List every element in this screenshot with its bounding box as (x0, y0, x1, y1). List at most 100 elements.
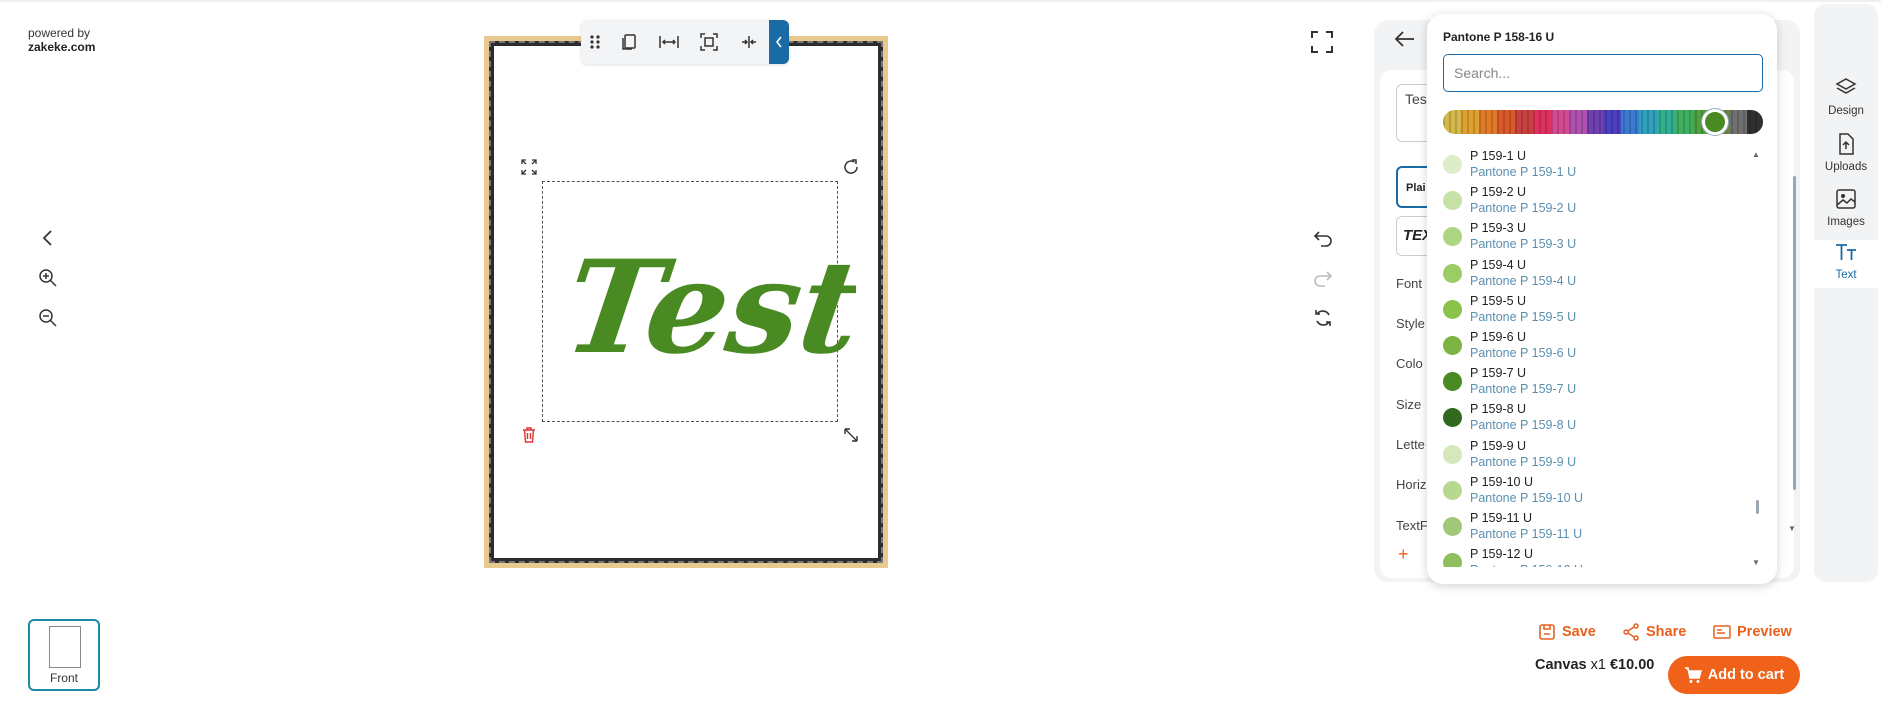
share-button[interactable]: Share (1622, 620, 1686, 644)
color-list: P 159-1 U Pantone P 159-1 U P 159-2 U Panto… (1443, 145, 1743, 567)
customizer-root: powered by zakeke.com Test Front Tes Pla… (0, 0, 1881, 708)
price-summary: Canvas x1 €10.00 (1535, 657, 1654, 673)
image-icon (1836, 189, 1856, 209)
expand-icon[interactable] (516, 154, 542, 180)
panel-scroll-down-icon[interactable]: ▼ (1788, 524, 1796, 533)
top-divider (0, 0, 1881, 2)
color-code: P 159-10 U (1470, 474, 1534, 489)
trash-icon[interactable] (516, 422, 542, 448)
color-code: P 159-6 U (1470, 329, 1527, 344)
add-to-cart-label: Add to cart (1707, 667, 1785, 683)
color-swatch-item[interactable]: P 159-12 UPantone P 159-12 U (1443, 543, 1743, 567)
color-swatch-item[interactable]: P 159-3 U Pantone P 159-3 U (1443, 217, 1743, 253)
color-code: P 159-12 U (1470, 547, 1534, 562)
text-icon (1836, 244, 1856, 260)
color-swatch-item[interactable]: P 159-2 U Pantone P 159-2 U (1443, 181, 1743, 217)
resize-icon[interactable] (838, 422, 864, 448)
upload-icon (1839, 133, 1854, 155)
product-quantity: x1 (1590, 657, 1606, 673)
fullscreen-icon[interactable] (1310, 30, 1334, 54)
zoom-in-icon[interactable] (34, 264, 62, 292)
add-text-button[interactable]: + (1398, 544, 1409, 565)
collapse-toolbar-icon[interactable] (769, 20, 789, 64)
color-swatch-item[interactable]: P 159-9 U Pantone P 159-9 U (1443, 435, 1743, 471)
save-label: Save (1562, 624, 1596, 640)
color-swatch-item[interactable]: P 159-4 U Pantone P 159-4 U (1443, 254, 1743, 290)
save-icon (1539, 624, 1555, 640)
color-swatch-item[interactable]: P 159-10 U Pantone P 159-10 U (1443, 471, 1743, 507)
reset-icon[interactable] (1309, 304, 1337, 332)
scroll-down-icon[interactable]: ▼ (1752, 558, 1760, 567)
font-row-label: Font (1396, 276, 1423, 291)
letter-spacing-row-label: Lette (1396, 437, 1425, 452)
fit-frame-icon[interactable] (689, 20, 729, 64)
product-price: €10.00 (1609, 657, 1655, 673)
brand-link[interactable]: zakeke.com (28, 40, 95, 54)
chevron-left-icon[interactable] (34, 224, 62, 252)
color-dot (1443, 553, 1462, 567)
rail-item-text[interactable]: Text (1814, 240, 1878, 288)
color-swatch-item[interactable]: P 159-8 U Pantone P 159-8 U (1443, 398, 1743, 434)
color-code: P 159-1 U (1470, 149, 1527, 163)
color-name: Pantone P 159-12 U (1470, 563, 1583, 567)
drag-handle-icon[interactable] (581, 20, 609, 64)
redo-icon[interactable] (1309, 264, 1337, 292)
color-dot (1443, 372, 1462, 392)
back-arrow-icon[interactable] (1394, 30, 1418, 54)
scroll-up-icon[interactable]: ▲ (1752, 150, 1760, 159)
color-code: P 159-5 U (1470, 293, 1527, 308)
text-item-content: Test (556, 233, 856, 383)
color-swatch-item[interactable]: P 159-7 U Pantone P 159-7 U (1443, 362, 1743, 398)
color-name: Pantone P 159-7 U (1470, 382, 1577, 397)
preview-button[interactable]: Preview (1713, 620, 1792, 644)
spectrum-knob[interactable] (1702, 109, 1728, 135)
center-icon[interactable] (729, 20, 769, 64)
color-swatch-item[interactable]: P 159-11 U Pantone P 159-11 U (1443, 507, 1743, 543)
color-name: Pantone P 159-8 U (1470, 418, 1577, 433)
rail-item-uploads[interactable]: Uploads (1814, 132, 1878, 188)
rail-item-images[interactable]: Images (1814, 187, 1878, 243)
side-thumbnail-preview (49, 626, 81, 668)
duplicate-icon[interactable] (609, 20, 649, 64)
color-swatch-item[interactable]: P 159-6 U Pantone P 159-6 U (1443, 326, 1743, 362)
rail-item-design[interactable]: Design (1814, 76, 1878, 132)
color-dot (1443, 263, 1462, 283)
undo-icon[interactable] (1309, 224, 1337, 252)
color-search-input[interactable] (1443, 54, 1763, 92)
add-to-cart-button[interactable]: Add to cart (1668, 656, 1800, 694)
color-code: P 159-4 U (1470, 257, 1527, 272)
color-name: Pantone P 159-11 U (1470, 526, 1583, 541)
color-swatch-item[interactable]: P 159-5 U Pantone P 159-5 U (1443, 290, 1743, 326)
text-fitting-row-label: TextF (1396, 518, 1428, 533)
product-name: Canvas (1535, 657, 1587, 673)
horizontal-align-row-label: Horiz (1396, 477, 1427, 492)
color-swatch-item[interactable]: P 159-1 U Pantone P 159-1 U (1443, 145, 1743, 181)
color-dot (1443, 155, 1462, 174)
rotate-icon[interactable] (838, 154, 864, 180)
side-thumbnail-label: Front (49, 671, 78, 685)
rail-item-label: Design (1828, 105, 1864, 117)
color-name: Pantone P 159-2 U (1470, 201, 1577, 216)
powered-by[interactable]: powered by zakeke.com (28, 26, 95, 54)
item-toolbar (581, 20, 789, 64)
color-name: Pantone P 159-9 U (1470, 454, 1577, 469)
text-item[interactable]: Test (556, 200, 856, 400)
share-icon (1623, 623, 1639, 641)
powered-by-label: powered by (28, 26, 91, 40)
color-dot (1443, 227, 1462, 247)
side-thumbnail-front[interactable]: Front (28, 619, 100, 691)
rail-item-label: Uploads (1824, 161, 1868, 173)
color-dot (1443, 444, 1462, 464)
zoom-out-icon[interactable] (34, 304, 62, 332)
color-name: Pantone P 159-1 U (1470, 165, 1577, 179)
panel-scrollbar[interactable] (1793, 176, 1796, 490)
list-scrollbar[interactable] (1756, 500, 1759, 514)
color-dot (1443, 335, 1462, 355)
preview-icon (1713, 625, 1731, 639)
color-name: Pantone P 159-10 U (1470, 490, 1584, 505)
share-label: Share (1646, 624, 1687, 640)
save-button[interactable]: Save (1538, 620, 1596, 644)
size-row-label: Size (1396, 397, 1422, 412)
fit-width-icon[interactable] (649, 20, 689, 64)
color-dot (1443, 480, 1462, 500)
